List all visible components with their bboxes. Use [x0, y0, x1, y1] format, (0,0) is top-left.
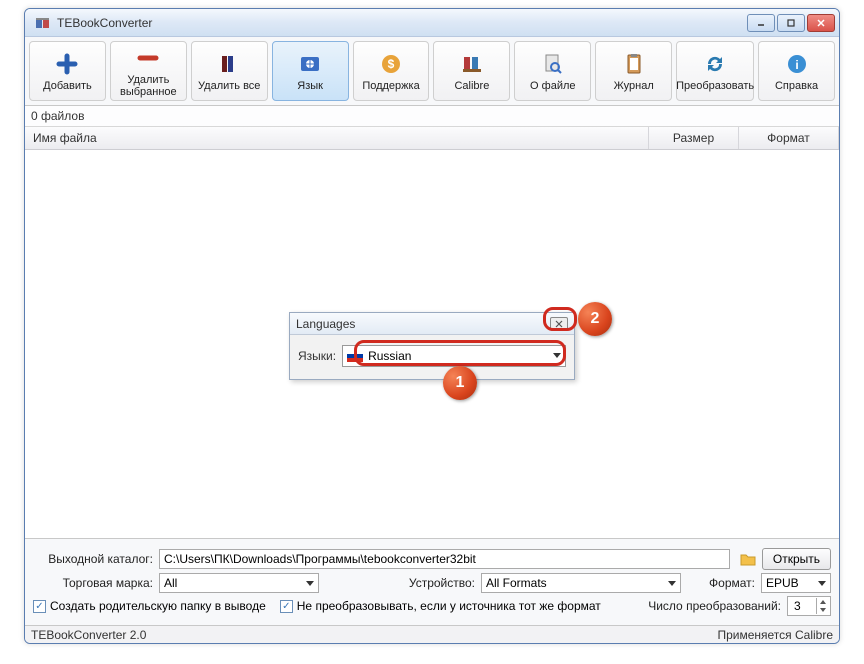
app-window: TEBookConverter Добавить Удалить выбранн… — [24, 8, 840, 644]
svg-text:$: $ — [388, 57, 395, 71]
bottom-panel: Выходной каталог: C:\Users\ПК\Downloads\… — [25, 538, 839, 625]
toolbar-label: Добавить — [43, 80, 92, 92]
language-value: Russian — [368, 349, 411, 363]
refresh-icon — [701, 50, 729, 78]
add-button[interactable]: Добавить — [29, 41, 106, 101]
device-value: All Formats — [486, 576, 547, 590]
about-file-button[interactable]: О файле — [514, 41, 591, 101]
plus-icon — [53, 50, 81, 78]
checkbox-label: Создать родительскую папку в выводе — [50, 599, 266, 613]
remove-selected-button[interactable]: Удалить выбранное — [110, 41, 187, 101]
language-select[interactable]: Russian — [342, 345, 566, 367]
toolbar-label: Удалить все — [198, 80, 260, 92]
file-list-area: Languages Языки: Russian 1 2 — [25, 150, 839, 550]
convert-button[interactable]: Преобразовать — [676, 41, 754, 101]
conversions-label: Число преобразований: — [648, 599, 781, 613]
spinner-buttons — [816, 598, 828, 614]
calibre-icon — [458, 50, 486, 78]
clipboard-icon — [620, 50, 648, 78]
window-buttons — [747, 14, 835, 32]
checkbox-label: Не преобразовывать, если у источника тот… — [297, 599, 601, 613]
info-icon: i — [783, 50, 811, 78]
toolbar-label: Calibre — [454, 80, 489, 92]
chevron-down-icon — [306, 581, 314, 586]
toolbar-label: Преобразовать — [676, 80, 754, 92]
format-value: EPUB — [766, 576, 799, 590]
language-button[interactable]: Язык — [272, 41, 349, 101]
output-dir-input[interactable]: C:\Users\ПК\Downloads\Программы\tebookco… — [159, 549, 730, 569]
column-format[interactable]: Формат — [739, 127, 839, 149]
languages-dialog: Languages Языки: Russian — [289, 312, 575, 380]
toolbar-label: О файле — [530, 80, 575, 92]
chevron-down-icon — [668, 581, 676, 586]
statusbar: TEBookConverter 2.0 Применяется Calibre — [25, 625, 839, 643]
svg-text:i: i — [795, 58, 798, 72]
language-label: Языки: — [298, 349, 336, 363]
folder-icon[interactable] — [740, 552, 756, 566]
log-button[interactable]: Журнал — [595, 41, 672, 101]
open-button[interactable]: Открыть — [762, 548, 831, 570]
dialog-titlebar: Languages — [290, 313, 574, 335]
toolbar-label: Удалить выбранное — [111, 74, 186, 98]
globe-icon — [296, 50, 324, 78]
status-right: Применяется Calibre — [717, 628, 833, 642]
remove-all-button[interactable]: Удалить все — [191, 41, 268, 101]
create-parent-folder-checkbox[interactable]: Создать родительскую папку в выводе — [33, 599, 266, 613]
calibre-button[interactable]: Calibre — [433, 41, 510, 101]
search-icon — [539, 50, 567, 78]
brand-select[interactable]: All — [159, 573, 319, 593]
flag-icon — [347, 351, 363, 362]
output-dir-label: Выходной каталог: — [33, 552, 153, 566]
minimize-button[interactable] — [747, 14, 775, 32]
file-count: 0 файлов — [25, 106, 839, 127]
close-button[interactable] — [807, 14, 835, 32]
spin-down-icon[interactable] — [816, 606, 828, 614]
dialog-body: Языки: Russian — [290, 335, 574, 379]
callout-badge-1: 1 — [443, 366, 477, 400]
toolbar-label: Поддержка — [362, 80, 419, 92]
brand-value: All — [164, 576, 177, 590]
column-filename[interactable]: Имя файла — [25, 127, 649, 149]
toolbar: Добавить Удалить выбранное Удалить все Я… — [25, 37, 839, 106]
checkbox-icon — [33, 600, 46, 613]
coin-icon: $ — [377, 50, 405, 78]
maximize-button[interactable] — [777, 14, 805, 32]
skip-same-format-checkbox[interactable]: Не преобразовывать, если у источника тот… — [280, 599, 601, 613]
output-dir-value: C:\Users\ПК\Downloads\Программы\tebookco… — [164, 552, 476, 566]
toolbar-label: Язык — [297, 80, 323, 92]
callout-badge-2: 2 — [578, 302, 612, 336]
window-title: TEBookConverter — [57, 16, 747, 30]
minus-icon — [134, 44, 162, 72]
spin-up-icon[interactable] — [816, 598, 828, 606]
dialog-close-button[interactable] — [550, 317, 568, 331]
help-button[interactable]: i Справка — [758, 41, 835, 101]
titlebar: TEBookConverter — [25, 9, 839, 37]
chevron-down-icon — [553, 353, 561, 358]
dialog-title: Languages — [296, 317, 550, 331]
toolbar-label: Справка — [775, 80, 818, 92]
device-select[interactable]: All Formats — [481, 573, 681, 593]
column-size[interactable]: Размер — [649, 127, 739, 149]
conversions-spinner[interactable]: 3 — [787, 596, 831, 616]
books-icon — [215, 50, 243, 78]
support-button[interactable]: $ Поддержка — [353, 41, 430, 101]
app-icon — [35, 15, 51, 31]
checkbox-icon — [280, 600, 293, 613]
table-header: Имя файла Размер Формат — [25, 127, 839, 150]
brand-label: Торговая марка: — [33, 576, 153, 590]
format-select[interactable]: EPUB — [761, 573, 831, 593]
status-left: TEBookConverter 2.0 — [31, 628, 146, 642]
device-label: Устройство: — [365, 576, 475, 590]
chevron-down-icon — [818, 581, 826, 586]
conversions-value: 3 — [794, 599, 801, 613]
toolbar-label: Журнал — [614, 80, 654, 92]
format-label: Формат: — [709, 576, 755, 590]
